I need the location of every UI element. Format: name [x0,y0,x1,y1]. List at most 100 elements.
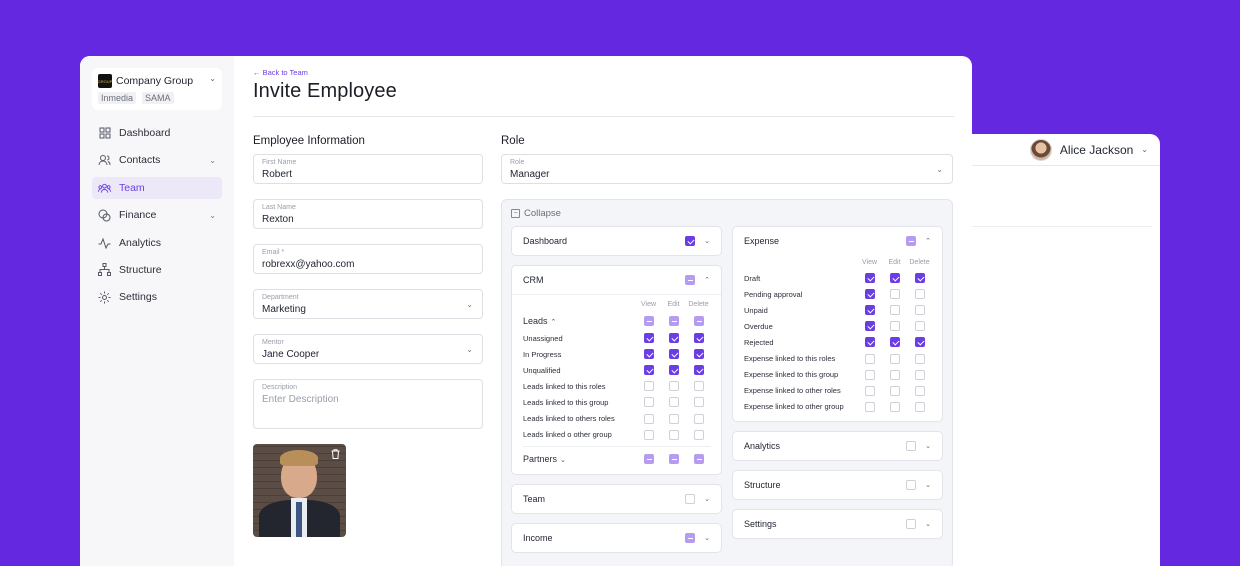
last-name-field[interactable]: Last Name Rexton [253,199,483,229]
sidebar-item-team[interactable]: Team [92,176,222,199]
email-field[interactable]: Email * robrexx@yahoo.com [253,244,483,274]
checkbox-view[interactable] [643,333,654,344]
checkbox-edit[interactable] [668,365,679,376]
checkbox-edit[interactable] [889,321,900,332]
module-checkbox[interactable] [906,518,916,529]
collapse-toggle[interactable]: − Collapse [511,208,943,219]
checkbox-view[interactable] [864,321,875,332]
checkbox-delete[interactable] [914,273,925,284]
checkbox-delete[interactable] [693,429,704,440]
checkbox-view[interactable] [643,381,654,392]
first-name-field[interactable]: First Name Robert [253,154,483,184]
sidebar-item-dashboard[interactable]: Dashboard [92,122,222,144]
chevron-down-icon[interactable]: ⌄ [924,442,932,450]
chevron-down-icon[interactable]: ⌄ [1141,145,1148,154]
checkbox-edit[interactable] [889,273,900,284]
checkbox-view[interactable] [643,453,654,464]
checkbox-view[interactable] [643,316,654,326]
checkbox-delete[interactable] [914,353,925,364]
checkbox-delete[interactable] [693,413,704,424]
back-to-team-link[interactable]: ← Back to Team [253,68,954,77]
module-checkbox[interactable] [906,479,916,490]
trash-icon[interactable] [329,448,341,460]
checkbox-edit[interactable] [668,413,679,424]
module-header[interactable]: Team ⌄ [512,485,721,513]
checkbox-view[interactable] [864,289,875,300]
user-name[interactable]: Alice Jackson [1060,143,1133,157]
checkbox-delete[interactable] [693,365,704,376]
checkbox-delete[interactable] [914,401,925,412]
checkbox-delete[interactable] [914,337,925,348]
role-select[interactable]: Role Manager ⌄ [501,154,953,184]
module-header[interactable]: CRM ⌃ [512,266,721,294]
checkbox-view[interactable] [864,385,875,396]
checkbox-edit[interactable] [889,353,900,364]
checkbox-view[interactable] [643,429,654,440]
chevron-up-icon[interactable]: ⌃ [703,276,711,284]
module-header[interactable]: Income ⌄ [512,524,721,552]
checkbox-view[interactable] [864,337,875,348]
checkbox-edit[interactable] [668,316,679,326]
checkbox-edit[interactable] [668,349,679,360]
checkbox-edit[interactable] [668,381,679,392]
checkbox-delete[interactable] [693,381,704,392]
permission-group-partners[interactable]: Partners ⌄ [523,450,711,468]
checkbox-delete[interactable] [693,333,704,344]
sidebar-item-settings[interactable]: Settings [92,286,222,308]
checkbox-view[interactable] [643,365,654,376]
checkbox-edit[interactable] [668,429,679,440]
department-select[interactable]: Department Marketing ⌄ [253,289,483,319]
module-header[interactable]: Dashboard ⌄ [512,227,721,255]
module-header[interactable]: Analytics ⌄ [733,432,942,460]
checkbox-view[interactable] [864,353,875,364]
mentor-select[interactable]: Mentor Jane Cooper ⌄ [253,334,483,364]
checkbox-edit[interactable] [889,305,900,316]
module-header[interactable]: Settings ⌄ [733,510,942,538]
checkbox-delete[interactable] [914,289,925,300]
checkbox-delete[interactable] [693,316,704,326]
permission-group-leads[interactable]: Leads ⌃ [523,312,711,330]
chevron-down-icon[interactable]: ⌄ [924,481,932,489]
module-checkbox[interactable] [906,440,916,451]
checkbox-edit[interactable] [668,397,679,408]
checkbox-view[interactable] [864,369,875,380]
sidebar-item-contacts[interactable]: Contacts ⌄ [92,149,222,171]
sidebar-item-analytics[interactable]: Analytics [92,232,222,254]
checkbox-view[interactable] [643,349,654,360]
chevron-down-icon[interactable]: ⌄ [703,237,711,245]
org-tag[interactable]: Inmedia [98,92,137,104]
checkbox-edit[interactable] [668,453,679,464]
checkbox-view[interactable] [864,401,875,412]
checkbox-view[interactable] [864,273,875,284]
checkbox-delete[interactable] [914,321,925,332]
chevron-down-icon[interactable]: ⌄ [703,495,711,503]
checkbox-edit[interactable] [889,385,900,396]
module-header[interactable]: Structure ⌄ [733,471,942,499]
checkbox-delete[interactable] [914,385,925,396]
org-tag[interactable]: SAMA [142,92,174,104]
checkbox-delete[interactable] [914,369,925,380]
module-checkbox[interactable] [685,275,695,285]
checkbox-edit[interactable] [668,333,679,344]
module-checkbox[interactable] [685,236,695,246]
module-checkbox[interactable] [906,236,916,246]
sidebar-item-structure[interactable]: Structure [92,259,222,281]
checkbox-view[interactable] [643,413,654,424]
checkbox-delete[interactable] [693,349,704,360]
chevron-down-icon[interactable]: ⌄ [924,520,932,528]
checkbox-view[interactable] [864,305,875,316]
checkbox-delete[interactable] [914,305,925,316]
employee-photo[interactable] [253,444,346,537]
checkbox-view[interactable] [643,397,654,408]
checkbox-edit[interactable] [889,401,900,412]
checkbox-edit[interactable] [889,337,900,348]
description-field[interactable]: Description Enter Description [253,379,483,429]
sidebar-item-finance[interactable]: Finance ⌄ [92,204,222,226]
checkbox-edit[interactable] [889,369,900,380]
chevron-up-icon[interactable]: ⌃ [924,237,932,245]
org-switcher[interactable]: GROUP Company Group ⌄ Inmedia SAMA [92,68,222,110]
chevron-down-icon[interactable]: ⌄ [703,534,711,542]
module-header[interactable]: Expense ⌃ [733,227,942,255]
checkbox-edit[interactable] [889,289,900,300]
checkbox-delete[interactable] [693,453,704,464]
